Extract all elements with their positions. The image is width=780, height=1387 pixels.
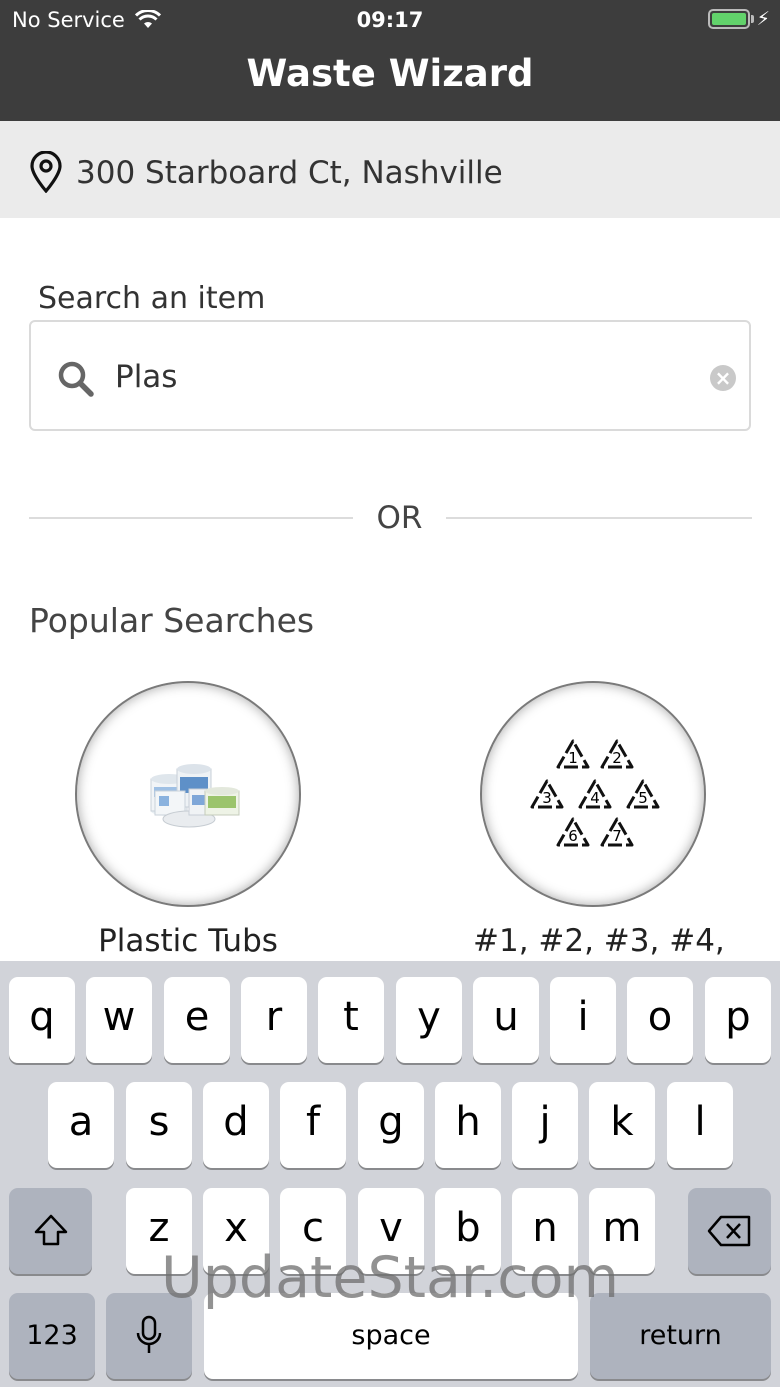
on-screen-keyboard: q w e r t y u i o p a s d f g h j k l z …	[0, 961, 780, 1387]
key-y[interactable]: y	[396, 977, 462, 1063]
clock: 09:17	[356, 8, 424, 32]
key-x[interactable]: x	[203, 1188, 269, 1274]
plastic-tubs-image	[75, 681, 301, 907]
key-m[interactable]: m	[589, 1188, 655, 1274]
clear-search-button[interactable]: ×	[710, 365, 736, 391]
popular-item-recycling-codes[interactable]: 1 2 3 4 5 6 7 #1, #2, #3, #4,	[473, 681, 725, 959]
plastic-tubs-icon	[150, 764, 240, 828]
key-c[interactable]: c	[280, 1188, 346, 1274]
key-f[interactable]: f	[280, 1082, 346, 1168]
backspace-key[interactable]	[688, 1188, 771, 1274]
recycling-code-4: 4	[590, 789, 600, 807]
key-t[interactable]: t	[318, 977, 384, 1063]
key-d[interactable]: d	[203, 1082, 269, 1168]
divider-line-left	[29, 517, 353, 519]
key-b[interactable]: b	[435, 1188, 501, 1274]
microphone-icon	[136, 1315, 162, 1353]
key-z[interactable]: z	[126, 1188, 192, 1274]
address-text: 300 Starboard Ct, Nashville	[76, 155, 503, 191]
recycling-code-1: 1	[568, 749, 578, 767]
recycling-symbols-icon: 1 2 3 4 5 6 7	[530, 739, 660, 847]
recycling-code-3: 3	[542, 789, 552, 807]
search-field[interactable]: ×	[29, 320, 751, 431]
shift-icon	[34, 1214, 67, 1246]
recycling-code-6: 6	[568, 827, 578, 845]
search-input[interactable]	[115, 350, 695, 404]
dictation-key[interactable]	[106, 1293, 192, 1379]
battery-icon	[708, 9, 750, 29]
key-i[interactable]: i	[550, 977, 616, 1063]
popular-item-label: #1, #2, #3, #4,	[473, 923, 725, 959]
key-h[interactable]: h	[435, 1082, 501, 1168]
space-key[interactable]: space	[204, 1293, 578, 1379]
divider-line-right	[446, 517, 752, 519]
recycling-code-5: 5	[638, 789, 648, 807]
popular-item-plastic-tubs[interactable]: Plastic Tubs	[68, 681, 308, 959]
key-o[interactable]: o	[627, 977, 693, 1063]
recycling-code-2: 2	[612, 749, 622, 767]
key-a[interactable]: a	[48, 1082, 114, 1168]
key-u[interactable]: u	[473, 977, 539, 1063]
page-title: Waste Wizard	[246, 52, 534, 95]
return-key[interactable]: return	[590, 1293, 771, 1379]
location-pin-icon	[30, 151, 62, 193]
key-l[interactable]: l	[667, 1082, 733, 1168]
numbers-key[interactable]: 123	[9, 1293, 95, 1379]
popular-searches-title: Popular Searches	[29, 601, 315, 640]
key-k[interactable]: k	[589, 1082, 655, 1168]
recycling-code-7: 7	[612, 827, 622, 845]
search-icon	[58, 361, 94, 397]
key-r[interactable]: r	[241, 977, 307, 1063]
key-n[interactable]: n	[512, 1188, 578, 1274]
key-v[interactable]: v	[358, 1188, 424, 1274]
key-p[interactable]: p	[705, 977, 771, 1063]
key-g[interactable]: g	[358, 1082, 424, 1168]
key-s[interactable]: s	[126, 1082, 192, 1168]
key-w[interactable]: w	[86, 977, 152, 1063]
address-bar[interactable]: 300 Starboard Ct, Nashville	[0, 121, 780, 218]
popular-item-label: Plastic Tubs	[98, 923, 278, 959]
search-label: Search an item	[38, 281, 266, 316]
status-bar: No Service 09:17 ⚡	[0, 0, 780, 40]
charging-icon: ⚡	[756, 8, 770, 30]
shift-key[interactable]	[9, 1188, 92, 1274]
key-e[interactable]: e	[164, 977, 230, 1063]
navigation-bar: No Service 09:17 ⚡ Waste Wizard	[0, 0, 780, 121]
key-q[interactable]: q	[9, 977, 75, 1063]
or-divider-text: OR	[376, 500, 423, 536]
key-j[interactable]: j	[512, 1082, 578, 1168]
backspace-icon	[707, 1215, 750, 1247]
recycling-codes-image: 1 2 3 4 5 6 7	[480, 681, 706, 907]
